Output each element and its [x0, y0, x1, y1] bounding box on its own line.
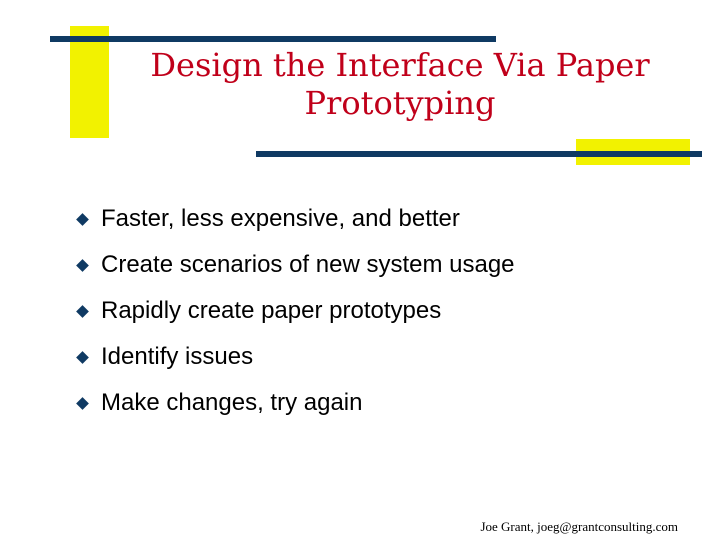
bullet-text: Make changes, try again: [101, 389, 363, 416]
slide-title-line-1: Design the Interface Via Paper: [150, 46, 650, 84]
bullet-text: Faster, less expensive, and better: [101, 205, 460, 232]
bullet-text: Identify issues: [101, 343, 254, 370]
bullet-text: Create scenarios of new system usage: [101, 251, 515, 278]
bullet-item: Make changes, try again: [76, 380, 515, 426]
footer-credit: Joe Grant, joeg@grantconsulting.com: [480, 519, 678, 534]
diamond-bullet-icon: [76, 396, 89, 410]
slide-title-line-2: Prototyping: [304, 84, 496, 122]
bullet-item: Identify issues: [76, 334, 515, 380]
diamond-bullet-icon: [76, 258, 89, 272]
bullet-item: Faster, less expensive, and better: [76, 196, 515, 242]
bullet-item: Rapidly create paper prototypes: [76, 288, 515, 334]
slide: Design the Interface Via Paper Prototypi…: [0, 0, 720, 540]
decorative-yellow-bar-top-left: [70, 26, 109, 138]
bullet-item: Create scenarios of new system usage: [76, 242, 515, 288]
diamond-bullet-icon: [76, 350, 89, 364]
decorative-blue-line-top: [50, 36, 496, 42]
diamond-bullet-icon: [76, 304, 89, 318]
diamond-bullet-icon: [76, 212, 89, 226]
bullet-list: Faster, less expensive, and better Creat…: [76, 196, 515, 426]
decorative-blue-line-bottom: [256, 151, 702, 157]
bullet-text: Rapidly create paper prototypes: [101, 297, 442, 324]
slide-title: Design the Interface Via Paper Prototypi…: [110, 46, 690, 122]
